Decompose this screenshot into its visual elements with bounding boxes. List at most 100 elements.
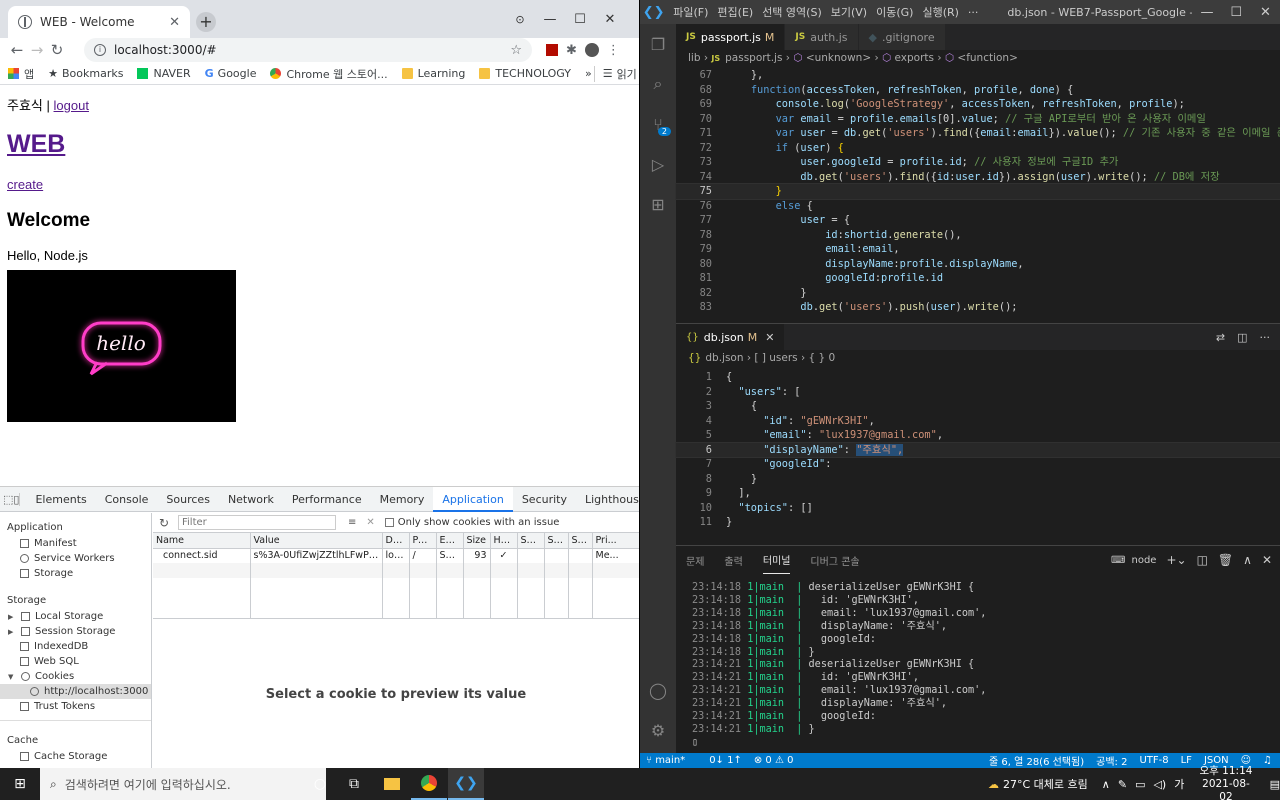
new-terminal-icon[interactable]: +⌄ <box>1166 553 1186 567</box>
notification-center-icon[interactable]: ▤ <box>1270 778 1280 791</box>
browser-tab[interactable]: WEB - Welcome ✕ <box>8 6 190 38</box>
sidebar-item-cookies[interactable]: ▼ Cookies <box>0 669 151 684</box>
code-line[interactable]: 10 "topics": [] <box>676 501 1280 516</box>
code-line[interactable]: 2 "users": [ <box>676 385 1280 400</box>
url-text[interactable]: localhost:3000/# <box>114 43 510 57</box>
maximize-panel-icon[interactable]: ∧ <box>1243 553 1252 567</box>
devtools-tab-performance[interactable]: Performance <box>283 487 371 512</box>
menu-run[interactable]: 실행(R) <box>922 4 958 20</box>
new-tab-button[interactable]: + <box>196 12 216 32</box>
code-line[interactable]: 74 db.get('users').find({id:user.id}).as… <box>676 170 1280 185</box>
code-line[interactable]: 1{ <box>676 370 1280 385</box>
code-line[interactable]: 3 { <box>676 399 1280 414</box>
clock[interactable]: 오후 11:14 2021-08-02 <box>1196 765 1255 800</box>
encoding[interactable]: UTF-8 <box>1139 755 1168 766</box>
code-line[interactable]: 73 user.googleId = profile.id; // 사용자 정보… <box>676 155 1280 170</box>
breadcrumb-item[interactable]: <unknown> <box>806 52 871 64</box>
tab-auth-js[interactable]: JS auth.js <box>785 24 859 50</box>
col-header[interactable]: Pri... <box>592 533 639 549</box>
devtools-tab-network[interactable]: Network <box>219 487 283 512</box>
code-editor-passport[interactable]: 67 }, 68 function(accessToken, refreshTok… <box>675 66 1280 315</box>
code-line[interactable]: 11} <box>676 515 1280 530</box>
sidebar-item-indexeddb[interactable]: IndexedDB <box>0 639 151 654</box>
pen-icon[interactable]: ✎ <box>1118 778 1127 791</box>
devtools-tab-application[interactable]: Application <box>433 486 513 512</box>
panel-tab-terminal[interactable]: 터미널 <box>762 546 791 574</box>
only-issue-checkbox[interactable] <box>384 518 394 527</box>
filter-input[interactable] <box>178 515 336 530</box>
weather-text[interactable]: 27°C 대체로 흐림 <box>1003 776 1088 792</box>
expand-arrow-icon[interactable]: ▶ <box>8 628 18 636</box>
code-line[interactable]: 77 user = { <box>676 213 1280 228</box>
delete-icon[interactable]: ✕ <box>366 517 374 528</box>
code-line[interactable]: 67 }, <box>676 68 1280 83</box>
address-bar[interactable]: i localhost:3000/# ☆ <box>84 38 532 62</box>
menu-more[interactable]: ··· <box>968 6 979 19</box>
bookmark-google[interactable]: G Google <box>205 67 257 80</box>
pdf-extension-icon[interactable] <box>546 44 558 56</box>
devtools-tab-sources[interactable]: Sources <box>157 487 219 512</box>
indentation[interactable]: 공백: 2 <box>1096 753 1127 768</box>
code-line[interactable]: 78 id:shortid.generate(), <box>676 228 1280 243</box>
refresh-icon[interactable]: ↻ <box>159 516 169 530</box>
breadcrumb-item[interactable]: db.json <box>705 352 743 364</box>
puzzle-icon[interactable]: ✱ <box>566 43 577 58</box>
sidebar-item-cache-storage[interactable]: Cache Storage <box>0 749 151 764</box>
split-terminal-icon[interactable]: ◫ <box>1197 553 1208 567</box>
sidebar-item-session-storage[interactable]: ▶ Session Storage <box>0 624 151 639</box>
breadcrumb-item[interactable]: <function> <box>957 52 1018 64</box>
panel-tab-output[interactable]: 출력 <box>724 546 742 574</box>
bookmark-apps[interactable]: 앱 <box>8 66 34 82</box>
col-header[interactable]: Size <box>463 533 491 549</box>
clear-filtered-icon[interactable]: ≡ <box>348 517 356 528</box>
col-header[interactable]: Ex... <box>436 533 464 549</box>
code-line[interactable]: 71 var user = db.get('users').find({emai… <box>676 126 1280 141</box>
terminal-output[interactable]: 23:14:18 1|main | deserializeUser gEWNrK… <box>676 574 1280 750</box>
tray-overflow-icon[interactable]: ∧ <box>1102 778 1110 791</box>
ime-indicator[interactable]: 가 <box>1174 776 1184 792</box>
menu-view[interactable]: 보기(V) <box>831 4 867 20</box>
bookmark-technology[interactable]: TECHNOLOGY <box>479 67 571 80</box>
breadcrumb-item[interactable]: exports <box>895 52 934 64</box>
code-line[interactable]: 5 "email": "lux1937@gmail.com", <box>676 428 1280 443</box>
bookmark-learning[interactable]: Learning <box>401 67 465 80</box>
minimize-icon[interactable]: — <box>1192 5 1221 20</box>
devtools-tab-security[interactable]: Security <box>513 487 576 512</box>
reading-list-button[interactable]: ☰읽기 목록 <box>593 65 639 82</box>
create-link[interactable]: create <box>7 177 43 192</box>
maximize-icon[interactable]: ☐ <box>1222 5 1251 20</box>
info-icon[interactable]: i <box>94 44 106 56</box>
tab-passport-js[interactable]: JS passport.js M <box>676 24 786 50</box>
bookmark-webstore[interactable]: Chrome 웹 스토어... <box>270 66 388 82</box>
devtools-tab-memory[interactable]: Memory <box>371 487 434 512</box>
menu-file[interactable]: 파일(F) <box>673 4 708 20</box>
manage-gear-icon[interactable]: ⚙ <box>640 710 676 750</box>
logout-link[interactable]: logout <box>54 98 89 113</box>
tab-db-json[interactable]: {} db.json M ✕ <box>676 324 786 350</box>
search-icon[interactable]: ⌕ <box>640 64 676 104</box>
devtools-tab-console[interactable]: Console <box>96 487 158 512</box>
breadcrumb-item[interactable]: [ ] users <box>754 352 797 364</box>
code-line[interactable]: 75 } <box>675 183 1280 200</box>
extensions-icon[interactable]: ⊞ <box>640 184 676 224</box>
menu-kebab-icon[interactable]: ⋮ <box>607 43 620 58</box>
breadcrumb-item[interactable]: lib <box>688 52 701 64</box>
code-line[interactable]: 4 "id": "gEWNrK3HI", <box>676 414 1280 429</box>
source-control-icon[interactable]: ⑂ 2 <box>640 104 676 144</box>
cortana-icon[interactable]: ○ <box>302 768 338 800</box>
reload-icon[interactable]: ↻ <box>47 41 67 59</box>
device-toolbar-icon[interactable]: ▯ <box>13 492 21 506</box>
terminal-name[interactable]: node <box>1131 555 1156 566</box>
tab-search-icon[interactable]: ⊙ <box>505 13 535 26</box>
bookmark-naver[interactable]: NAVER <box>137 67 191 80</box>
taskbar-search-box[interactable]: ⌕ 검색하려면 여기에 입력하십시오. <box>40 768 326 800</box>
expand-arrow-icon[interactable]: ▶ <box>8 613 18 621</box>
menu-selection[interactable]: 선택 영역(S) <box>762 4 822 20</box>
forward-icon[interactable]: → <box>27 41 47 59</box>
sync-status[interactable]: 0↓ 1↑ <box>709 755 742 766</box>
table-row[interactable]: connect.sid s%3A-0UfiZwjZZtlhLFwPgnj9...… <box>153 548 639 563</box>
file-explorer-icon[interactable] <box>374 768 410 800</box>
panel-tab-problems[interactable]: 문제 <box>686 546 704 574</box>
tab-gitignore[interactable]: ◆ .gitignore <box>858 24 946 50</box>
sidebar-item-trust-tokens[interactable]: Trust Tokens <box>0 699 151 714</box>
